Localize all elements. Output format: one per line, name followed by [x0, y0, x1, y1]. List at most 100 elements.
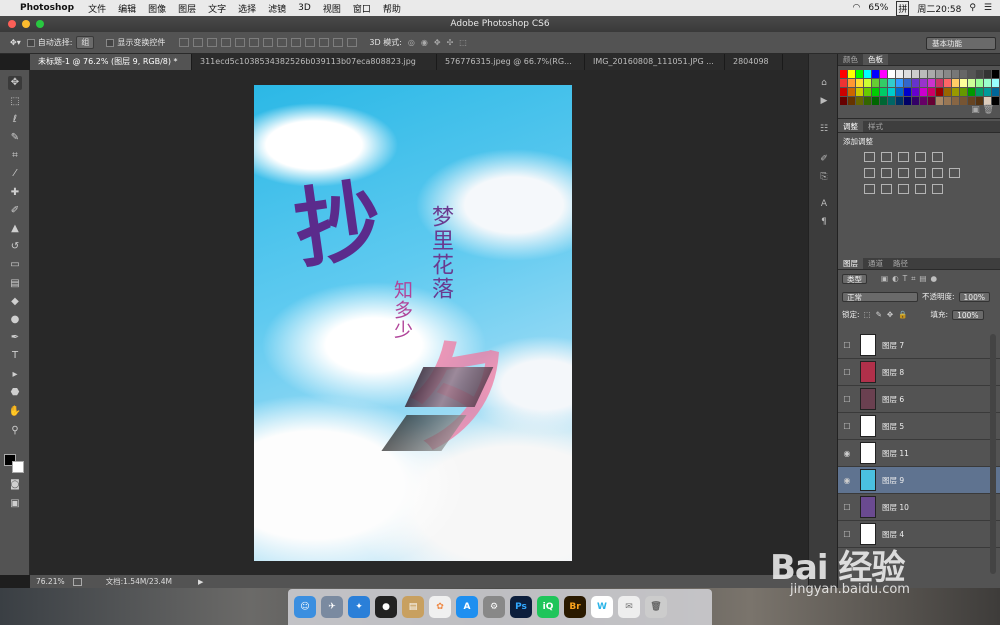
quick-select-tool-icon[interactable]: ✎	[8, 131, 22, 145]
background-color-swatch[interactable]	[12, 461, 24, 473]
tab-document-active[interactable]: 未标题-1 @ 76.2% (图层 9, RGB/8) *	[30, 54, 192, 70]
layer-row[interactable]: ◉ 图层 11	[838, 440, 1000, 467]
lasso-tool-icon[interactable]: ℓ	[8, 113, 22, 127]
color-swatch[interactable]	[952, 70, 959, 78]
color-swatch[interactable]	[840, 88, 847, 96]
mixer-icon[interactable]	[932, 168, 943, 178]
pen-tool-icon[interactable]: ✒	[8, 331, 22, 345]
visibility-toggle[interactable]: ☐	[838, 395, 856, 404]
photoshop-icon[interactable]: Ps	[510, 596, 532, 618]
marquee-tool-icon[interactable]: ⬚	[8, 95, 22, 109]
history-icon[interactable]: ⌂	[818, 78, 830, 88]
tab-document[interactable]: IMG_20160808_111051.JPG ...	[585, 54, 725, 70]
color-swatch[interactable]	[912, 88, 919, 96]
color-swatch[interactable]	[944, 70, 951, 78]
layers-scrollbar[interactable]	[990, 334, 996, 574]
color-swatch[interactable]	[912, 97, 919, 105]
color-swatch[interactable]	[928, 88, 935, 96]
lock-icons[interactable]: ⬚✎✥🔒	[864, 310, 913, 319]
color-swatch[interactable]	[848, 97, 855, 105]
visibility-toggle[interactable]: ☐	[838, 368, 856, 377]
show-transform-checkbox[interactable]	[106, 38, 115, 47]
align-icon[interactable]	[207, 38, 218, 47]
color-swatch[interactable]	[984, 70, 991, 78]
color-swatch[interactable]	[904, 70, 911, 78]
tab-document[interactable]: 311ecd5c1038534382526b039113b07eca808823…	[192, 54, 437, 70]
clock[interactable]: 周二20:58	[917, 2, 961, 15]
color-swatch[interactable]	[888, 70, 895, 78]
app-store-icon[interactable]: A	[456, 596, 478, 618]
menu-layer[interactable]: 图层	[178, 2, 196, 15]
menu-type[interactable]: 文字	[208, 2, 226, 15]
color-swatch[interactable]	[952, 79, 959, 87]
visibility-toggle[interactable]: ☐	[838, 530, 856, 539]
color-swatch[interactable]	[856, 79, 863, 87]
fill-input[interactable]: 100%	[952, 309, 984, 320]
color-swatch[interactable]	[968, 70, 975, 78]
color-swatch[interactable]	[936, 79, 943, 87]
color-swatch[interactable]	[960, 79, 967, 87]
list-icon[interactable]: ☰	[984, 3, 992, 13]
color-swatch[interactable]	[992, 79, 999, 87]
zoom-button[interactable]	[36, 20, 44, 28]
color-swatch[interactable]	[944, 97, 951, 105]
screen-mode-icon[interactable]: ▣	[8, 497, 22, 511]
color-swatch[interactable]	[976, 88, 983, 96]
play-icon[interactable]: ▶	[818, 96, 830, 106]
zoom-level[interactable]: 76.21%	[36, 577, 65, 586]
layer-row[interactable]: ☐ 图层 8	[838, 359, 1000, 386]
color-swatch[interactable]	[896, 88, 903, 96]
close-button[interactable]	[8, 20, 16, 28]
auto-select-checkbox[interactable]	[26, 38, 35, 47]
distribute-icon[interactable]	[277, 38, 288, 47]
workspace-switcher[interactable]: 基本功能	[926, 37, 996, 50]
selective-color-icon[interactable]	[932, 184, 943, 194]
color-swatch[interactable]	[840, 97, 847, 105]
lookup-icon[interactable]	[949, 168, 960, 178]
3d-mode-icons[interactable]: ◎◉✥✣⬚	[408, 38, 473, 47]
tab-document[interactable]: 2804098	[725, 54, 783, 70]
color-swatch[interactable]	[872, 70, 879, 78]
brightness-icon[interactable]	[864, 152, 875, 162]
align-icon[interactable]	[221, 38, 232, 47]
color-swatch[interactable]	[848, 88, 855, 96]
color-swatch[interactable]	[984, 79, 991, 87]
bw-icon[interactable]	[898, 168, 909, 178]
color-swatch[interactable]	[968, 79, 975, 87]
wifi-icon[interactable]: ◠	[853, 3, 861, 13]
settings-icon[interactable]: ⚙	[483, 596, 505, 618]
color-swatch[interactable]	[888, 88, 895, 96]
posterize-icon[interactable]	[881, 184, 892, 194]
w-app-icon[interactable]: W	[591, 596, 613, 618]
photos-icon[interactable]: ✿	[429, 596, 451, 618]
color-swatch[interactable]	[896, 97, 903, 105]
color-swatch[interactable]	[848, 70, 855, 78]
color-swatch[interactable]	[880, 97, 887, 105]
menu-view[interactable]: 视图	[323, 2, 341, 15]
color-swatch[interactable]	[880, 79, 887, 87]
color-swatch[interactable]	[920, 70, 927, 78]
color-swatch[interactable]	[864, 88, 871, 96]
color-swatch[interactable]	[912, 79, 919, 87]
color-swatch[interactable]	[864, 70, 871, 78]
safari-icon[interactable]: ✦	[348, 596, 370, 618]
color-swatch[interactable]	[880, 70, 887, 78]
tab-document[interactable]: 576776315.jpeg @ 66.7%(RG...	[437, 54, 585, 70]
trash-icon[interactable]: 🗑	[645, 596, 667, 618]
visibility-toggle[interactable]: ☐	[838, 503, 856, 512]
hand-tool-icon[interactable]: ✋	[8, 405, 22, 419]
layer-row[interactable]: ☐ 图层 6	[838, 386, 1000, 413]
layer-row-active[interactable]: ◉ 图层 9	[838, 467, 1000, 494]
align-icon[interactable]	[179, 38, 190, 47]
blur-tool-icon[interactable]: ◆	[8, 295, 22, 309]
tab-swatches[interactable]: 色板	[863, 54, 888, 65]
launchpad-icon[interactable]: ✈	[321, 596, 343, 618]
gradient-map-icon[interactable]	[915, 184, 926, 194]
color-swatch[interactable]	[888, 97, 895, 105]
color-swatch[interactable]	[984, 97, 991, 105]
layer-row[interactable]: ☐ 图层 5	[838, 413, 1000, 440]
color-swatch[interactable]	[912, 70, 919, 78]
color-swatch[interactable]	[952, 88, 959, 96]
menu-file[interactable]: 文件	[88, 2, 106, 15]
opacity-input[interactable]: 100%	[958, 291, 990, 302]
